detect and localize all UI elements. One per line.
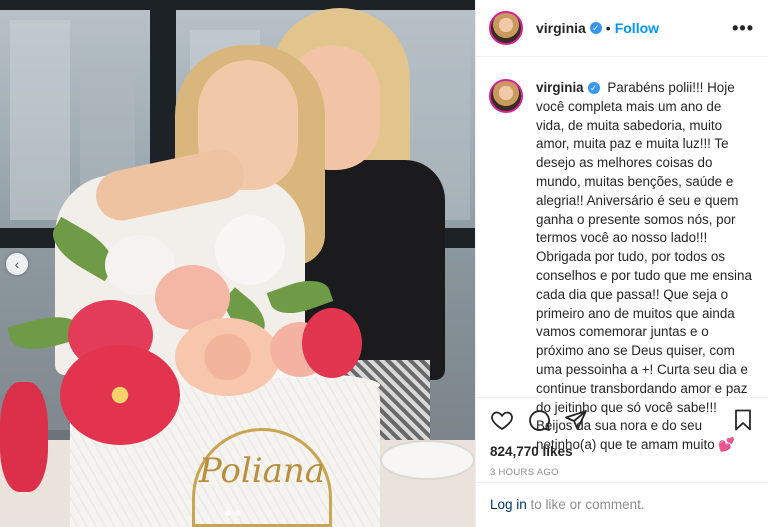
cake-text: Poliana (198, 450, 326, 491)
post-header: virginia ✓ • Follow ••• (476, 0, 768, 57)
peach-rose (175, 318, 280, 396)
plate (380, 440, 475, 480)
verified-badge-icon: ✓ (587, 82, 600, 95)
follow-button[interactable]: Follow (615, 20, 659, 36)
carousel-indicator (225, 510, 241, 516)
verified-badge-icon: ✓ (589, 22, 602, 34)
login-link[interactable]: Log in (490, 497, 527, 512)
login-prompt: Log in to like or comment. (476, 482, 768, 527)
carousel-dot (235, 510, 241, 516)
login-prompt-text: to like or comment. (526, 497, 645, 512)
caption: virginia ✓ Parabéns polii!!! Hoje você co… (476, 57, 768, 452)
caption-avatar[interactable] (489, 79, 523, 113)
bookmark-icon[interactable] (731, 408, 755, 432)
post-actions: 824,770 likes 3 HOURS AGO (476, 397, 768, 478)
like-count[interactable]: 824,770 likes (490, 444, 755, 459)
red-orchid (0, 382, 48, 492)
avatar[interactable] (489, 11, 523, 45)
carousel-prev-button[interactable]: ‹ (6, 253, 28, 275)
window-frame (0, 0, 475, 10)
post-timestamp[interactable]: 3 HOURS AGO (490, 467, 755, 478)
red-orchid (60, 345, 180, 445)
more-options-button[interactable]: ••• (732, 18, 754, 39)
carousel-dot (225, 510, 231, 516)
caption-username-link[interactable]: virginia (536, 80, 584, 95)
heart-icon[interactable] (490, 408, 514, 432)
building (10, 20, 70, 220)
post-sidebar: virginia ✓ • Follow ••• virginia ✓ Parabé… (475, 0, 768, 527)
separator-dot: • (605, 20, 611, 36)
chevron-left-icon: ‹ (14, 256, 20, 272)
red-orchid (302, 308, 362, 378)
caption-body: virginia ✓ Parabéns polii!!! Hoje você co… (536, 79, 752, 452)
post-photo[interactable]: Poliana ‹ (0, 0, 475, 527)
action-icons (490, 408, 755, 432)
white-flower (215, 215, 285, 285)
username-link[interactable]: virginia (536, 20, 586, 36)
comment-icon[interactable] (527, 408, 551, 432)
share-icon[interactable] (564, 408, 588, 432)
